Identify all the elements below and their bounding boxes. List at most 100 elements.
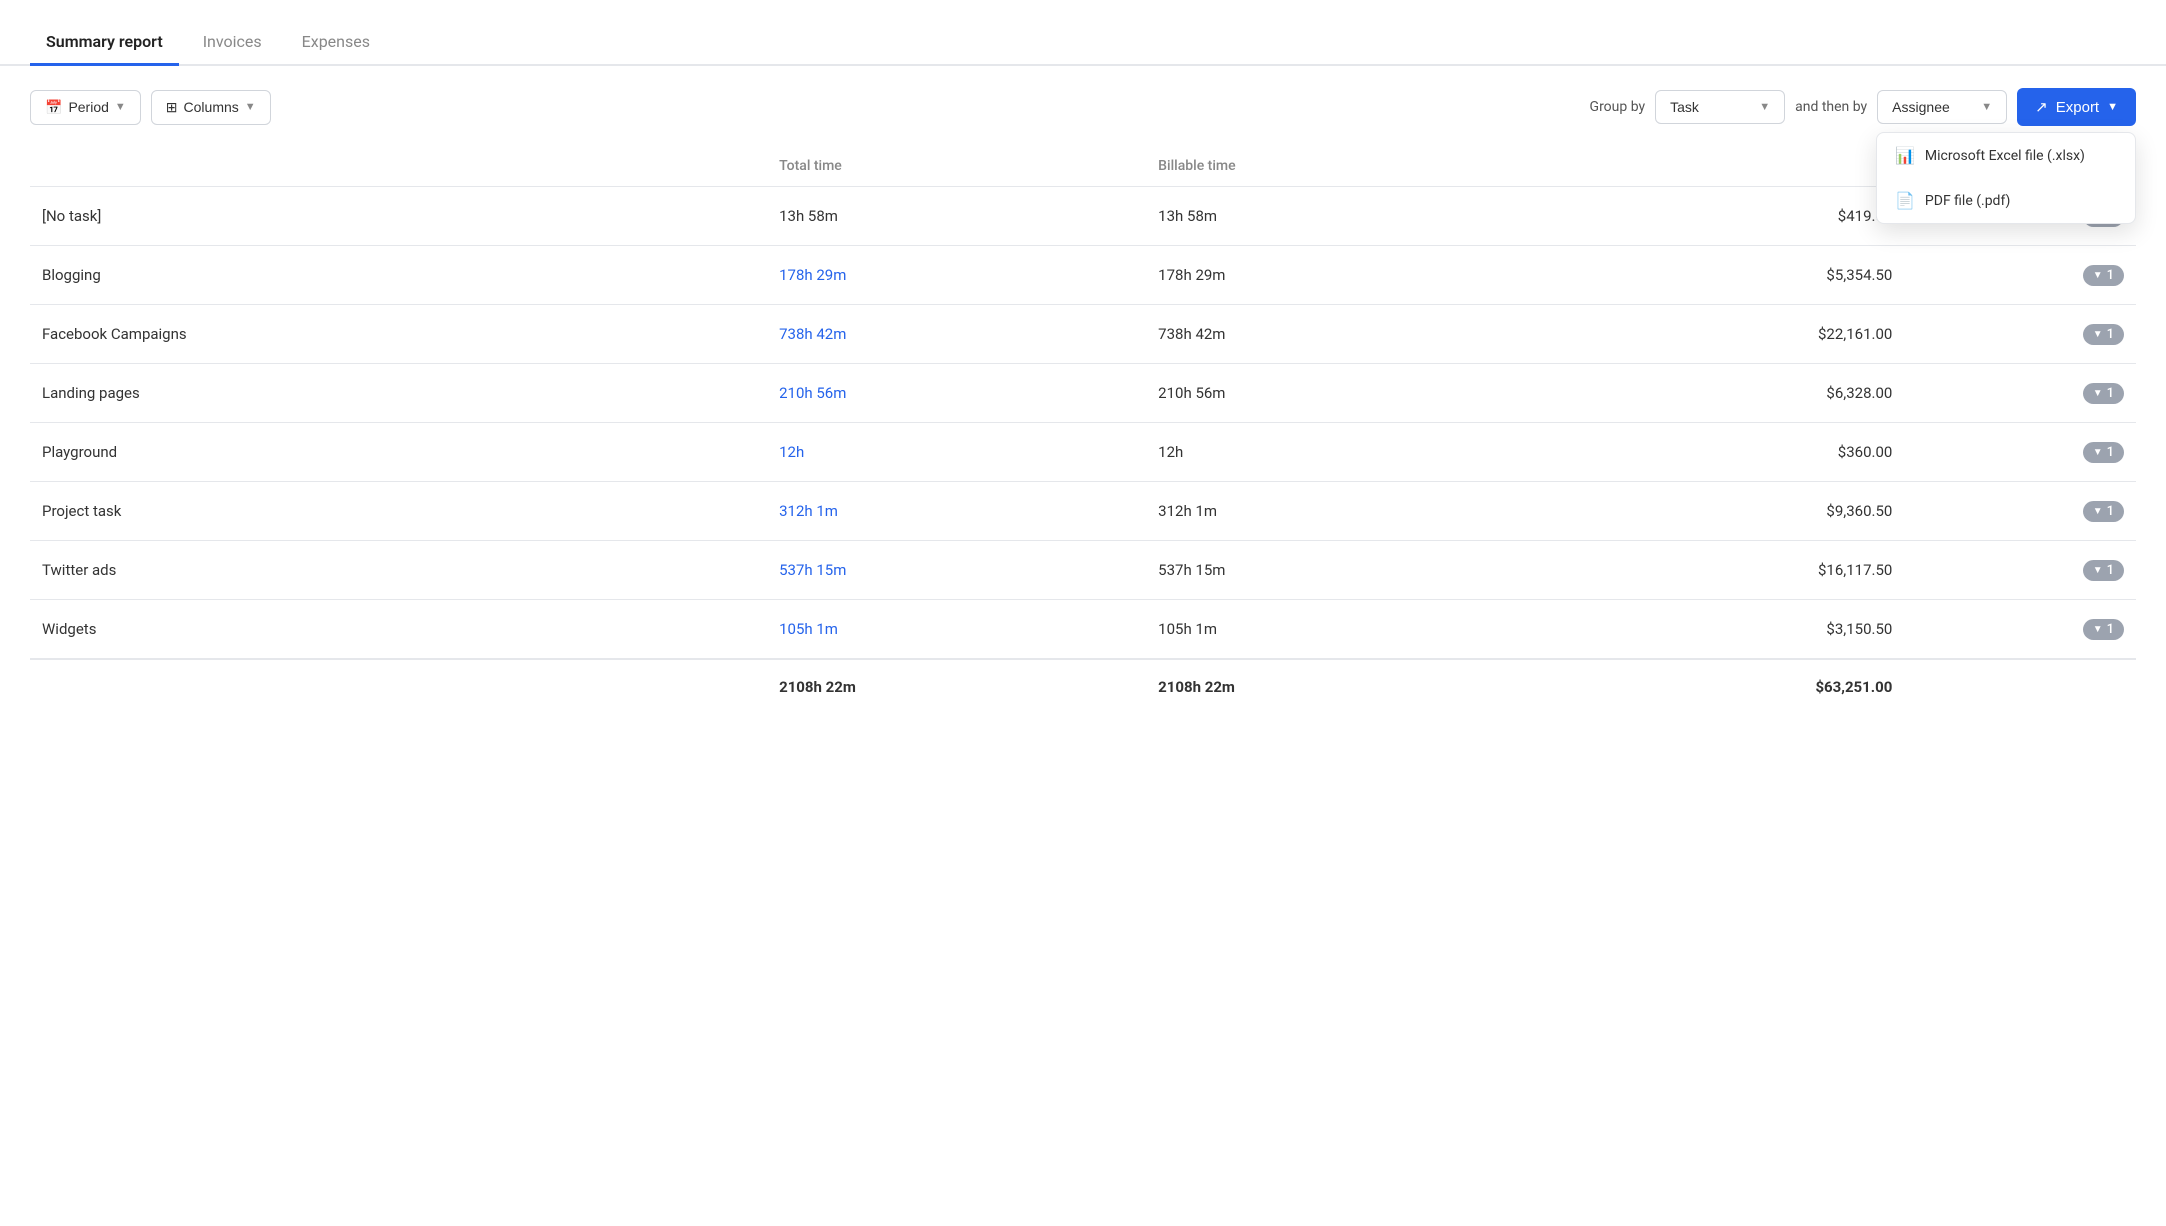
expand-badge[interactable]: ▼1 (2083, 383, 2124, 404)
col-header-name (30, 148, 767, 187)
table-header: Total time Billable time (30, 148, 2136, 187)
expand-badge[interactable]: ▼1 (2083, 442, 2124, 463)
group-by-area: Group by Task ▼ and then by Assignee ▼ ↗… (1590, 88, 2136, 126)
export-dropdown-menu: 📊 Microsoft Excel file (.xlsx) 📄 PDF fil… (1876, 132, 2136, 224)
row-task-name: Widgets (30, 600, 767, 660)
badge-arrow-icon: ▼ (2093, 624, 2103, 635)
row-expand-badge[interactable]: ▼1 (1904, 423, 2136, 482)
export-pdf-item[interactable]: 📄 PDF file (.pdf) (1877, 178, 2135, 223)
row-total-time[interactable]: 738h 42m (767, 305, 1146, 364)
col-header-amount (1525, 148, 1904, 187)
expand-badge[interactable]: ▼1 (2083, 619, 2124, 640)
and-then-by-select[interactable]: Assignee ▼ (1877, 90, 2007, 124)
row-expand-badge[interactable]: ▼1 (1904, 246, 2136, 305)
row-amount: $3,150.50 (1525, 600, 1904, 660)
badge-arrow-icon: ▼ (2093, 329, 2103, 340)
row-task-name: Twitter ads (30, 541, 767, 600)
row-amount: $16,117.50 (1525, 541, 1904, 600)
tab-summary[interactable]: Summary report (30, 20, 179, 66)
table-row: Twitter ads537h 15m537h 15m$16,117.50▼1 (30, 541, 2136, 600)
export-icon: ↗ (2035, 98, 2048, 116)
badge-arrow-icon: ▼ (2093, 270, 2103, 281)
row-task-name: Blogging (30, 246, 767, 305)
row-amount: $22,161.00 (1525, 305, 1904, 364)
toolbar: 📅 Period ▼ ⊞ Columns ▼ Group by Task ▼ a… (0, 66, 2166, 148)
footer-billable-time: 2108h 22m (1146, 659, 1525, 714)
row-task-name: Landing pages (30, 364, 767, 423)
row-total-time[interactable]: 178h 29m (767, 246, 1146, 305)
row-expand-badge[interactable]: ▼1 (1904, 541, 2136, 600)
row-total-time[interactable]: 12h (767, 423, 1146, 482)
row-total-time[interactable]: 210h 56m (767, 364, 1146, 423)
row-billable-time: 312h 1m (1146, 482, 1525, 541)
row-billable-time: 178h 29m (1146, 246, 1525, 305)
period-button[interactable]: 📅 Period ▼ (30, 90, 141, 125)
row-task-name: Playground (30, 423, 767, 482)
badge-arrow-icon: ▼ (2093, 506, 2103, 517)
table-row: Blogging178h 29m178h 29m$5,354.50▼1 (30, 246, 2136, 305)
calendar-icon: 📅 (45, 99, 62, 116)
group-by-select[interactable]: Task ▼ (1655, 90, 1785, 124)
export-excel-item[interactable]: 📊 Microsoft Excel file (.xlsx) (1877, 133, 2135, 178)
row-expand-badge[interactable]: ▼1 (1904, 482, 2136, 541)
row-billable-time: 537h 15m (1146, 541, 1525, 600)
export-chevron-icon: ▼ (2107, 101, 2118, 113)
row-billable-time: 13h 58m (1146, 187, 1525, 246)
row-total-time: 13h 58m (767, 187, 1146, 246)
columns-chevron-icon: ▼ (245, 101, 256, 113)
row-amount: $419.00 (1525, 187, 1904, 246)
badge-arrow-icon: ▼ (2093, 565, 2103, 576)
table-row: Facebook Campaigns738h 42m738h 42m$22,16… (30, 305, 2136, 364)
expand-badge[interactable]: ▼1 (2083, 501, 2124, 522)
table-row: Playground12h12h$360.00▼1 (30, 423, 2136, 482)
table-row: Project task312h 1m312h 1m$9,360.50▼1 (30, 482, 2136, 541)
columns-button[interactable]: ⊞ Columns ▼ (151, 90, 271, 125)
row-task-name: Facebook Campaigns (30, 305, 767, 364)
and-then-by-chevron-icon: ▼ (1981, 101, 1992, 113)
badge-arrow-icon: ▼ (2093, 388, 2103, 399)
row-billable-time: 12h (1146, 423, 1525, 482)
excel-icon: 📊 (1895, 146, 1915, 165)
row-total-time[interactable]: 105h 1m (767, 600, 1146, 660)
report-table-wrapper: Total time Billable time [No task]13h 58… (0, 148, 2166, 714)
tab-expenses[interactable]: Expenses (286, 20, 386, 66)
footer-expand (1904, 659, 2136, 714)
tab-invoices[interactable]: Invoices (187, 20, 278, 66)
and-then-by-label: and then by (1795, 99, 1867, 115)
footer-amount: $63,251.00 (1525, 659, 1904, 714)
pdf-icon: 📄 (1895, 191, 1915, 210)
row-task-name: Project task (30, 482, 767, 541)
table-row: Widgets105h 1m105h 1m$3,150.50▼1 (30, 600, 2136, 660)
row-expand-badge[interactable]: ▼1 (1904, 305, 2136, 364)
tabs-bar: Summary report Invoices Expenses (0, 0, 2166, 66)
period-chevron-icon: ▼ (115, 101, 126, 113)
row-amount: $9,360.50 (1525, 482, 1904, 541)
row-billable-time: 738h 42m (1146, 305, 1525, 364)
badge-arrow-icon: ▼ (2093, 447, 2103, 458)
row-expand-badge[interactable]: ▼1 (1904, 600, 2136, 660)
table-footer: 2108h 22m 2108h 22m $63,251.00 (30, 659, 2136, 714)
row-expand-badge[interactable]: ▼1 (1904, 364, 2136, 423)
footer-total-time: 2108h 22m (767, 659, 1146, 714)
table-row: [No task]13h 58m13h 58m$419.00▼1 (30, 187, 2136, 246)
report-table: Total time Billable time [No task]13h 58… (30, 148, 2136, 714)
columns-icon: ⊞ (166, 99, 178, 116)
col-header-billable-time: Billable time (1146, 148, 1525, 187)
row-total-time[interactable]: 537h 15m (767, 541, 1146, 600)
group-by-label: Group by (1590, 99, 1646, 115)
expand-badge[interactable]: ▼1 (2083, 324, 2124, 345)
row-total-time[interactable]: 312h 1m (767, 482, 1146, 541)
row-task-name: [No task] (30, 187, 767, 246)
export-button[interactable]: ↗ Export ▼ (2017, 88, 2136, 126)
table-body: [No task]13h 58m13h 58m$419.00▼1Blogging… (30, 187, 2136, 660)
expand-badge[interactable]: ▼1 (2083, 560, 2124, 581)
expand-badge[interactable]: ▼1 (2083, 265, 2124, 286)
table-row: Landing pages210h 56m210h 56m$6,328.00▼1 (30, 364, 2136, 423)
col-header-total-time: Total time (767, 148, 1146, 187)
row-billable-time: 105h 1m (1146, 600, 1525, 660)
row-amount: $6,328.00 (1525, 364, 1904, 423)
export-dropdown-wrapper: ↗ Export ▼ 📊 Microsoft Excel file (.xlsx… (2017, 88, 2136, 126)
row-billable-time: 210h 56m (1146, 364, 1525, 423)
group-by-chevron-icon: ▼ (1759, 101, 1770, 113)
row-amount: $360.00 (1525, 423, 1904, 482)
